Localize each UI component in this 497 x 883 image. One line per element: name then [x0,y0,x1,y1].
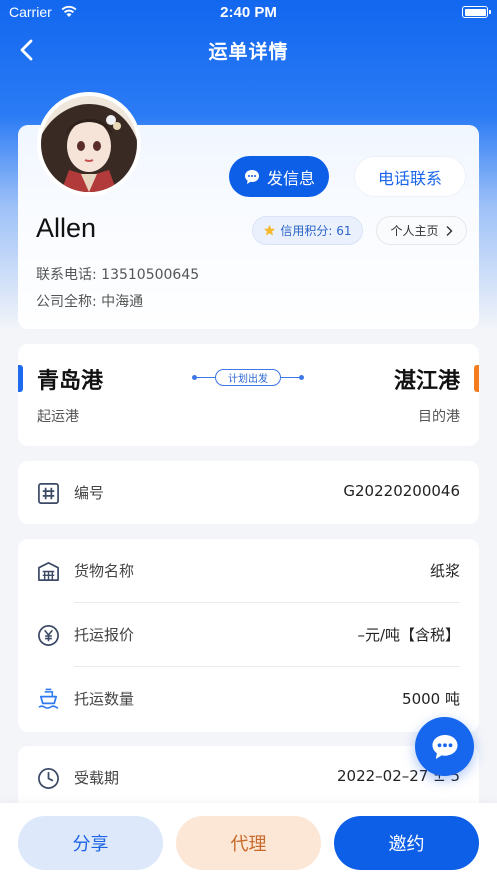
origin-port: 青岛港 [37,369,104,394]
price-label: 托运报价 [74,626,135,644]
goods-name-label: 货物名称 [74,562,135,580]
goods-name-value: 纸浆 [429,562,460,580]
company-name: 公司全称: 中海通 [36,294,144,310]
hash-icon [38,483,59,504]
homepage-label: 个人主页 [390,224,439,238]
chat-icon [432,734,457,759]
invite-button[interactable]: 邀约 [334,816,479,870]
send-message-label: 发信息 [266,168,315,188]
ship-icon [38,688,59,709]
avatar[interactable] [37,92,141,196]
share-button[interactable]: 分享 [18,816,163,870]
chat-fab-button[interactable] [415,717,474,776]
loading-period-label: 受载期 [74,769,120,787]
star-icon [264,224,276,236]
waybill-id-label: 编号 [74,484,105,502]
call-label: 电话联系 [377,168,442,188]
user-name: Allen [36,213,97,243]
route-card: 青岛港 湛江港 计划出发 起运港 目的港 [18,344,479,446]
waybill-id-card: 编号 G20220200046 [18,461,479,524]
battery-icon [462,6,491,18]
origin-port-label: 起运港 [37,409,79,425]
credit-score-label: 信用积分: 61 [280,224,352,238]
chevron-right-icon [446,225,452,236]
destination-port-label: 目的港 [418,409,460,425]
origin-marker [18,365,23,392]
goods-name-row: 货物名称 纸浆 [18,539,479,603]
waybill-id-row: 编号 G20220200046 [18,461,479,525]
call-button[interactable]: 电话联系 [354,156,466,197]
clock: 2:40 PM [220,4,277,21]
contact-phone: 联系电话: 13510500645 [36,267,200,283]
yuan-icon [38,625,59,646]
clock-icon [38,768,59,789]
goods-card: 货物名称 纸浆 托运报价 –元/吨【含税】 托运数量 5000 吨 [18,539,479,732]
credit-score-badge[interactable]: 信用积分: 61 [252,216,363,245]
loading-period-row: 受载期 2022–02–27 ± 5 [18,746,479,810]
route-status-tag: 计划出发 [215,369,281,386]
navigation-bar: 运单详情 [0,28,497,72]
warehouse-icon [38,562,59,581]
quantity-row: 托运数量 5000 吨 [18,667,479,731]
bottom-action-bar: 分享 代理 邀约 [0,803,497,883]
quantity-label: 托运数量 [74,690,135,708]
chat-bubble-icon [244,169,259,184]
price-row: 托运报价 –元/吨【含税】 [18,603,479,667]
send-message-button[interactable]: 发信息 [229,156,329,197]
status-bar: Carrier 2:40 PM [0,0,497,26]
quantity-value: 5000 吨 [402,690,460,708]
agent-button[interactable]: 代理 [176,816,321,870]
destination-port: 湛江港 [393,369,460,394]
avatar-illustration [41,96,137,192]
waybill-id-value: G20220200046 [343,482,460,500]
personal-homepage-button[interactable]: 个人主页 [376,216,467,245]
destination-marker [474,365,479,392]
page-title: 运单详情 [208,41,289,63]
price-value: –元/吨【含税】 [357,626,460,644]
